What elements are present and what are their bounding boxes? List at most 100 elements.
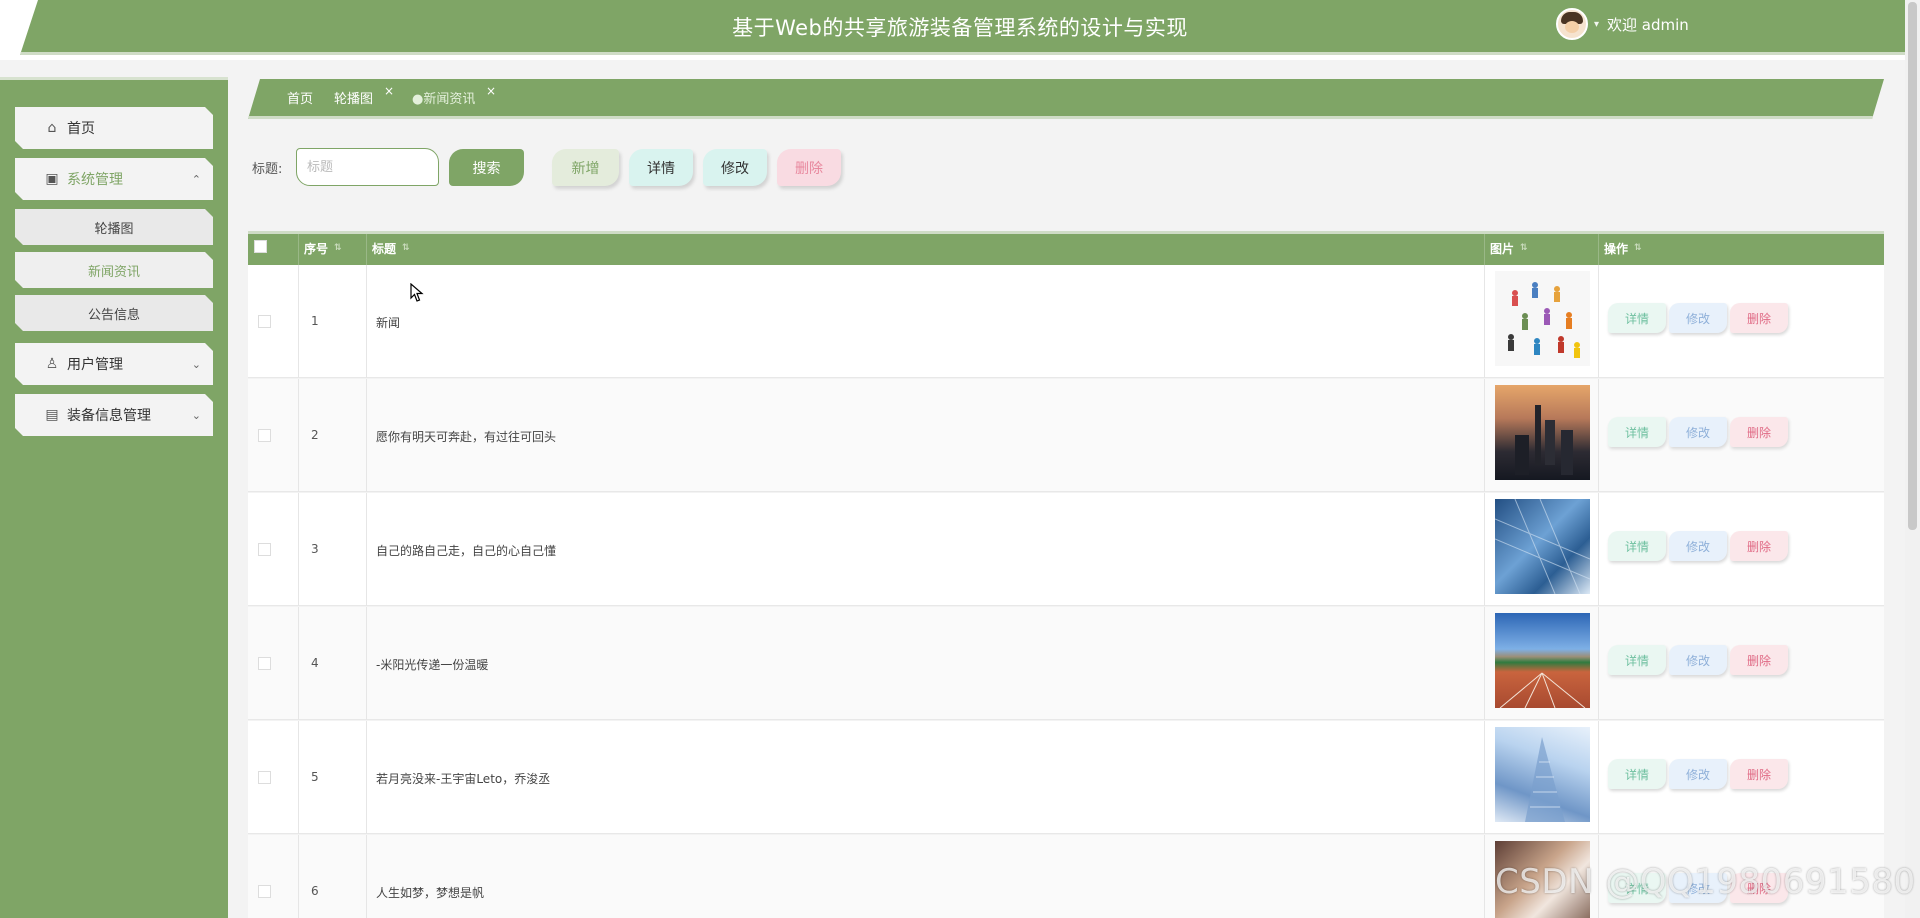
cell-divider (1484, 721, 1485, 834)
row-detail-button[interactable]: 详情 (1608, 417, 1666, 447)
table-row: 5 若月亮没来-王宇宙Leto，乔浚丞 详情 修改 删除 (248, 721, 1884, 834)
top-header: 基于Web的共享旅游装备管理系统的设计与实现 ▾ 欢迎 admin (0, 0, 1920, 60)
sidebar-item-users[interactable]: ♙ 用户管理 ⌄ (15, 343, 213, 385)
column-header-label: 图片 (1490, 242, 1515, 256)
row-detail-button[interactable]: 详情 (1608, 759, 1666, 789)
edit-button[interactable]: 修改 (703, 149, 767, 186)
city-sunset-thumbnail[interactable] (1495, 385, 1590, 480)
cell-divider (1598, 265, 1599, 378)
column-header-image[interactable]: 图片 ⇅ (1490, 240, 1528, 257)
cell-divider (298, 493, 299, 606)
row-index: 4 (311, 656, 319, 670)
select-all-checkbox[interactable] (254, 240, 267, 253)
cell-divider (366, 835, 367, 918)
sidebar-subitem-news[interactable]: 新闻资讯 (15, 252, 213, 288)
row-title: -米阳光传递一份温暖 (376, 658, 489, 672)
cell-divider (1484, 607, 1485, 720)
sort-icon[interactable]: ⇅ (1634, 244, 1642, 253)
tab-home[interactable]: 首页 (287, 88, 313, 107)
cell-divider (1484, 493, 1485, 606)
user-badge-icon: ♙ (45, 356, 59, 372)
cell-divider (1598, 721, 1599, 834)
tab-news-close-icon[interactable]: × (486, 84, 496, 98)
chevron-down-icon[interactable]: ▾ (1594, 19, 1599, 30)
sort-icon[interactable]: ⇅ (402, 244, 410, 253)
sidebar-item-label: 首页 (67, 121, 95, 137)
column-header-index[interactable]: 序号 ⇅ (304, 240, 342, 257)
running-track-thumbnail[interactable] (1495, 613, 1590, 708)
cell-divider (298, 265, 299, 378)
row-edit-button[interactable]: 修改 (1669, 417, 1727, 447)
watermark: CSDN @QQ1980691580 (1495, 862, 1916, 902)
column-divider (1598, 234, 1599, 268)
row-detail-button[interactable]: 详情 (1608, 303, 1666, 333)
column-divider (298, 234, 299, 268)
sidebar-item-label: 用户管理 (67, 357, 123, 373)
add-button[interactable]: 新增 (552, 149, 619, 186)
cell-divider (1484, 265, 1485, 378)
column-divider (1484, 234, 1485, 268)
row-title: 自己的路自己走，自己的心自己懂 (376, 544, 557, 558)
row-checkbox[interactable] (258, 771, 271, 784)
tab-carousel[interactable]: 轮播图 (334, 88, 373, 107)
row-detail-button[interactable]: 详情 (1608, 645, 1666, 675)
user-menu[interactable]: ▾ 欢迎 admin (1556, 8, 1689, 40)
people-illustration-thumbnail[interactable] (1495, 271, 1590, 366)
row-title: 新闻 (376, 316, 401, 330)
row-checkbox[interactable] (258, 543, 271, 556)
search-button[interactable]: 搜索 (449, 149, 524, 186)
cell-divider (1484, 835, 1485, 918)
tab-news[interactable]: ●新闻资讯 (412, 88, 475, 107)
column-header-label: 序号 (304, 242, 329, 256)
cell-divider (1598, 379, 1599, 492)
page-scrollbar[interactable] (1905, 0, 1920, 918)
row-edit-button[interactable]: 修改 (1669, 303, 1727, 333)
sort-icon[interactable]: ⇅ (1520, 244, 1528, 253)
chevron-down-icon: ⌄ (191, 408, 201, 422)
row-index: 1 (311, 314, 319, 328)
row-checkbox[interactable] (258, 885, 271, 898)
sidebar-item-home[interactable]: ⌂ 首页 (15, 107, 213, 149)
sidebar-item-equipment[interactable]: ▤ 装备信息管理 ⌄ (15, 394, 213, 436)
column-header-label: 操作 (1604, 242, 1629, 256)
cell-divider (366, 493, 367, 606)
briefcase-icon: ▤ (45, 407, 59, 423)
tab-carousel-close-icon[interactable]: × (384, 84, 394, 98)
row-title: 若月亮没来-王宇宙Leto，乔浚丞 (376, 772, 551, 786)
row-detail-button[interactable]: 详情 (1608, 531, 1666, 561)
column-header-title[interactable]: 标题 ⇅ (372, 240, 410, 257)
row-edit-button[interactable]: 修改 (1669, 531, 1727, 561)
row-delete-button[interactable]: 删除 (1730, 759, 1788, 789)
avatar[interactable] (1556, 8, 1588, 40)
glass-tower-thumbnail[interactable] (1495, 499, 1590, 594)
scrollbar-thumb[interactable] (1908, 2, 1917, 530)
sort-icon[interactable]: ⇅ (334, 244, 342, 253)
search-label: 标题: (252, 162, 283, 177)
column-header-label: 标题 (372, 242, 397, 256)
row-checkbox[interactable] (258, 315, 271, 328)
row-checkbox[interactable] (258, 429, 271, 442)
row-delete-button[interactable]: 删除 (1730, 531, 1788, 561)
row-index: 3 (311, 542, 319, 556)
delete-button[interactable]: 删除 (777, 149, 841, 186)
chevron-up-icon: ⌃ (191, 172, 201, 186)
search-input[interactable] (296, 148, 439, 186)
row-index: 2 (311, 428, 319, 442)
sidebar-item-system[interactable]: ▣ 系统管理 ⌃ (15, 158, 213, 200)
sidebar-subitem-carousel[interactable]: 轮播图 (15, 209, 213, 245)
row-delete-button[interactable]: 删除 (1730, 417, 1788, 447)
welcome-text: 欢迎 admin (1607, 15, 1689, 34)
row-checkbox[interactable] (258, 657, 271, 670)
skyscraper-thumbnail[interactable] (1495, 727, 1590, 822)
row-edit-button[interactable]: 修改 (1669, 645, 1727, 675)
cell-divider (298, 607, 299, 720)
column-header-actions[interactable]: 操作 ⇅ (1604, 240, 1642, 257)
cell-divider (298, 379, 299, 492)
sidebar-subitem-notice[interactable]: 公告信息 (15, 295, 213, 331)
detail-button[interactable]: 详情 (629, 149, 693, 186)
row-delete-button[interactable]: 删除 (1730, 303, 1788, 333)
row-edit-button[interactable]: 修改 (1669, 759, 1727, 789)
mouse-cursor-icon (410, 283, 424, 302)
home-icon: ⌂ (47, 120, 57, 136)
row-delete-button[interactable]: 删除 (1730, 645, 1788, 675)
